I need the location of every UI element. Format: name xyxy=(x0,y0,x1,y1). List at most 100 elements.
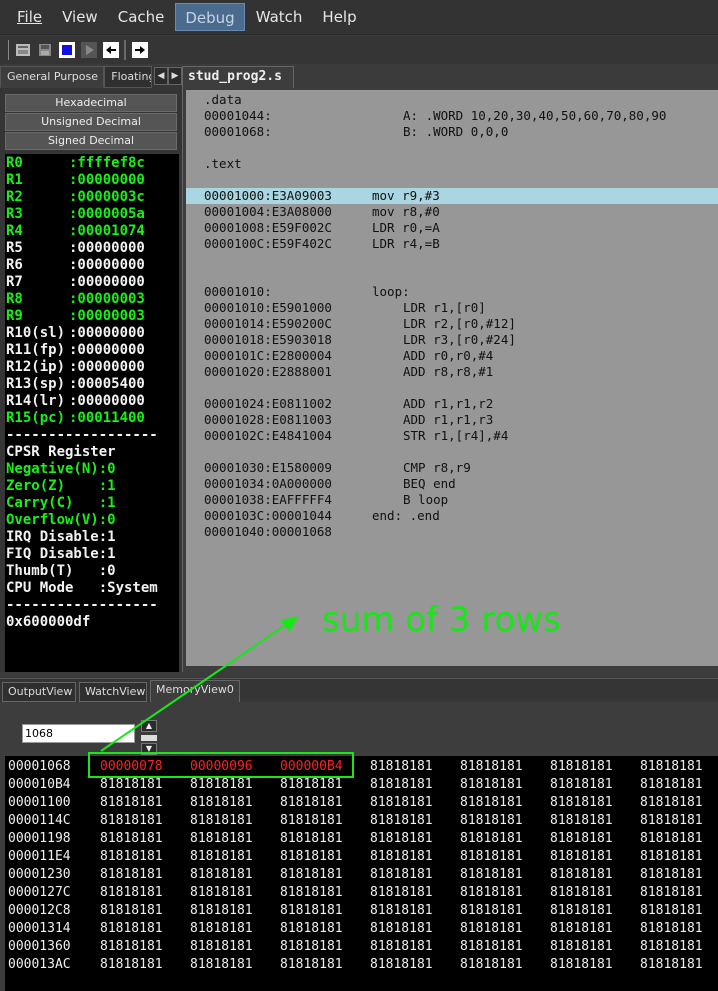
memory-cell[interactable]: 81818181 xyxy=(190,884,253,902)
memory-cell[interactable]: 81818181 xyxy=(370,884,433,902)
code-line[interactable]: 00001010:E5901000 LDR r1,[r0] xyxy=(186,300,718,316)
code-line[interactable]: .data xyxy=(186,92,718,108)
memory-cell[interactable]: 81818181 xyxy=(460,902,523,920)
memory-cell[interactable]: 81818181 xyxy=(100,830,163,848)
memory-cell[interactable]: 81818181 xyxy=(190,920,253,938)
step-over-icon[interactable] xyxy=(131,42,148,59)
memory-cell[interactable]: 81818181 xyxy=(460,938,523,956)
memory-cell[interactable]: 81818181 xyxy=(550,776,613,794)
memory-cell[interactable]: 81818181 xyxy=(460,812,523,830)
code-line[interactable]: 0000102C:E4841004 STR r1,[r4],#4 xyxy=(186,428,718,444)
menu-debug[interactable]: Debug xyxy=(175,3,245,31)
memory-cell[interactable]: 81818181 xyxy=(280,848,343,866)
menu-view[interactable]: View xyxy=(53,3,107,31)
memory-cell[interactable]: 81818181 xyxy=(100,902,163,920)
code-line[interactable] xyxy=(186,444,718,460)
code-line[interactable]: .text xyxy=(186,156,718,172)
tab-memory-view[interactable]: MemoryView0 xyxy=(150,680,240,703)
menu-cache[interactable]: Cache xyxy=(109,3,174,31)
memory-cell[interactable]: 81818181 xyxy=(280,884,343,902)
memory-cell[interactable]: 81818181 xyxy=(100,884,163,902)
code-line[interactable]: 00001038:EAFFFFF4 B loop xyxy=(186,492,718,508)
memory-cell[interactable]: 81818181 xyxy=(550,956,613,974)
memory-cell[interactable]: 81818181 xyxy=(100,812,163,830)
memory-cell[interactable]: 81818181 xyxy=(550,794,613,812)
memory-cell[interactable]: 81818181 xyxy=(280,866,343,884)
memory-cell[interactable]: 81818181 xyxy=(190,902,253,920)
tab-floating[interactable]: Floating xyxy=(104,66,152,88)
spin-up-icon[interactable]: ▲ xyxy=(141,720,157,732)
run-icon[interactable] xyxy=(80,42,97,59)
code-line[interactable]: 00001068: B: .WORD 0,0,0 xyxy=(186,124,718,140)
memory-cell[interactable]: 81818181 xyxy=(100,956,163,974)
memory-cell[interactable]: 81818181 xyxy=(280,956,343,974)
memory-cell[interactable]: 81818181 xyxy=(370,920,433,938)
open-file-icon[interactable] xyxy=(14,42,31,59)
memory-cell[interactable]: 81818181 xyxy=(550,812,613,830)
memory-cell[interactable]: 81818181 xyxy=(640,830,703,848)
code-line[interactable]: 00001020:E2888001 ADD r8,r8,#1 xyxy=(186,364,718,380)
save-file-icon[interactable] xyxy=(36,42,53,59)
tab-general-purpose[interactable]: General Purpose xyxy=(0,66,105,88)
code-line[interactable]: 00001028:E0811003 ADD r1,r1,r3 xyxy=(186,412,718,428)
menu-watch[interactable]: Watch xyxy=(247,3,312,31)
memory-cell[interactable]: 81818181 xyxy=(190,830,253,848)
memory-cell[interactable]: 81818181 xyxy=(100,920,163,938)
memory-cell[interactable]: 81818181 xyxy=(460,794,523,812)
memory-cell[interactable]: 81818181 xyxy=(280,794,343,812)
memory-cell[interactable]: 81818181 xyxy=(640,866,703,884)
code-line[interactable]: 00001030:E1580009 CMP r8,r9 xyxy=(186,460,718,476)
memory-cell[interactable]: 81818181 xyxy=(280,938,343,956)
code-line[interactable]: 00001010: loop: xyxy=(186,284,718,300)
memory-cell[interactable]: 81818181 xyxy=(370,938,433,956)
code-line[interactable]: 00001000:E3A09003 mov r9,#3 xyxy=(186,188,718,204)
memory-cell[interactable]: 81818181 xyxy=(190,812,253,830)
memory-cell[interactable]: 81818181 xyxy=(640,902,703,920)
memory-cell[interactable]: 81818181 xyxy=(640,884,703,902)
memory-cell[interactable]: 81818181 xyxy=(640,758,703,776)
memory-cell[interactable]: 81818181 xyxy=(370,848,433,866)
code-line[interactable]: 00001040:00001068 xyxy=(186,524,718,540)
memory-cell[interactable]: 81818181 xyxy=(190,776,253,794)
memory-cell[interactable]: 81818181 xyxy=(280,920,343,938)
spin-slider[interactable] xyxy=(141,735,157,741)
address-input[interactable]: 1068 xyxy=(22,724,135,743)
memory-cell[interactable]: 81818181 xyxy=(640,812,703,830)
memory-cell[interactable]: 81818181 xyxy=(370,794,433,812)
memory-cell[interactable]: 81818181 xyxy=(100,938,163,956)
code-line[interactable]: 00001014:E590200C LDR r2,[r0,#12] xyxy=(186,316,718,332)
memory-cell[interactable]: 81818181 xyxy=(190,938,253,956)
code-line[interactable]: 0000103C:00001044 end: .end xyxy=(186,508,718,524)
memory-cell[interactable]: 81818181 xyxy=(460,848,523,866)
code-line[interactable] xyxy=(186,268,718,284)
menu-help[interactable]: Help xyxy=(313,3,365,31)
step-into-icon[interactable] xyxy=(102,42,119,59)
memory-cell[interactable]: 81818181 xyxy=(640,794,703,812)
memory-cell[interactable]: 81818181 xyxy=(100,848,163,866)
memory-cell[interactable]: 81818181 xyxy=(550,758,613,776)
code-line[interactable]: 0000101C:E2800004 ADD r0,r0,#4 xyxy=(186,348,718,364)
memory-cell[interactable]: 81818181 xyxy=(190,866,253,884)
memory-cell[interactable]: 81818181 xyxy=(550,830,613,848)
signed-decimal-button[interactable]: Signed Decimal xyxy=(5,132,177,150)
memory-cell[interactable]: 81818181 xyxy=(640,920,703,938)
memory-cell[interactable]: 81818181 xyxy=(280,776,343,794)
tab-scroll-right-icon[interactable]: ▶ xyxy=(168,67,182,85)
code-line[interactable]: 00001004:E3A08000 mov r8,#0 xyxy=(186,204,718,220)
memory-cell[interactable]: 81818181 xyxy=(460,956,523,974)
memory-cell[interactable]: 81818181 xyxy=(100,866,163,884)
memory-cell[interactable]: 81818181 xyxy=(460,866,523,884)
memory-cell[interactable]: 81818181 xyxy=(550,884,613,902)
code-line[interactable]: 00001024:E0811002 ADD r1,r1,r2 xyxy=(186,396,718,412)
code-line[interactable] xyxy=(186,380,718,396)
memory-cell[interactable]: 81818181 xyxy=(460,884,523,902)
memory-cell[interactable]: 81818181 xyxy=(190,848,253,866)
memory-cell[interactable]: 81818181 xyxy=(550,848,613,866)
memory-cell[interactable]: 81818181 xyxy=(550,920,613,938)
memory-cell[interactable]: 81818181 xyxy=(640,776,703,794)
code-editor[interactable]: .data 00001044: A: .WORD 10,20,30,40,50,60… xyxy=(186,90,718,666)
memory-cell[interactable]: 81818181 xyxy=(640,848,703,866)
hexadecimal-button[interactable]: Hexadecimal xyxy=(5,94,177,112)
memory-cell[interactable]: 81818181 xyxy=(190,956,253,974)
memory-cell[interactable]: 81818181 xyxy=(550,938,613,956)
